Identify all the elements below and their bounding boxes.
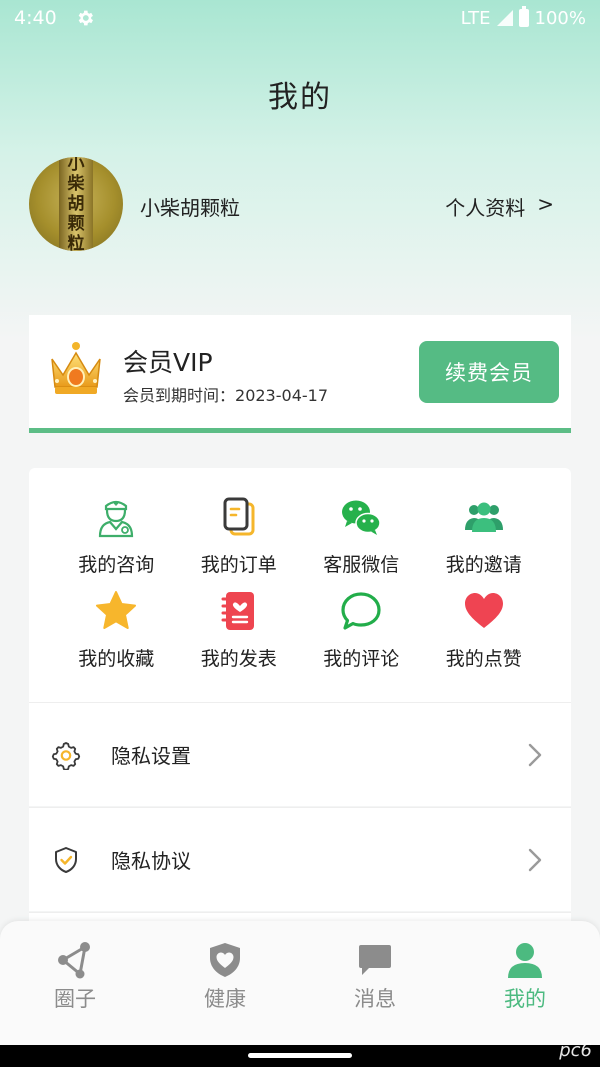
profile-link[interactable]: 个人资料 > [445, 192, 554, 221]
feature-my-consultation[interactable]: 我的咨询 [55, 496, 178, 580]
notebook-icon [221, 592, 254, 630]
feature-my-orders[interactable]: 我的订单 [178, 496, 301, 580]
feature-grid: 我的咨询 我的订单 客服微信 我的邀请 我的收藏 我的发表 我的评论 我的点赞 [55, 496, 545, 674]
tab-messages[interactable]: 消息 [300, 921, 450, 1045]
vip-card: 会员VIP 会员到期时间：2023-04-17 续费会员 [29, 315, 571, 433]
chat-icon [359, 945, 391, 975]
group-icon [464, 502, 503, 532]
star-icon [96, 591, 137, 629]
renew-membership-button[interactable]: 续费会员 [419, 341, 559, 403]
menu-privacy-policy[interactable]: 隐私协议 [29, 807, 571, 911]
tab-circle[interactable]: 圈子 [0, 921, 150, 1045]
share-nodes-icon [58, 942, 90, 979]
vip-expire: 会员到期时间：2023-04-17 [123, 386, 328, 405]
vip-expire-date: 2023-04-17 [235, 386, 328, 405]
feature-my-invitations[interactable]: 我的邀请 [423, 496, 546, 580]
chevron-right-icon [528, 743, 542, 766]
battery-icon [518, 6, 529, 27]
username: 小柴胡颗粒 [140, 196, 240, 220]
settings-gear-icon [78, 10, 93, 26]
wechat-icon [342, 500, 381, 535]
feature-my-likes[interactable]: 我的点赞 [423, 590, 546, 674]
menu-label: 隐私协议 [111, 849, 191, 873]
menu-privacy-settings[interactable]: 隐私设置 [29, 702, 571, 806]
order-icon [223, 497, 255, 536]
signal-icon [496, 10, 513, 26]
avatar[interactable]: 小 柴 胡 颗 粒 [29, 157, 123, 251]
profile-link-label: 个人资料 [445, 196, 526, 220]
watermark: pc6 [559, 1040, 592, 1061]
network-label: LTE [460, 7, 491, 29]
bottom-navigation: 圈子 健康 消息 我的 [0, 921, 600, 1045]
page-title: 我的 [268, 80, 332, 115]
user-icon [508, 943, 542, 978]
battery-level: 100% [534, 7, 586, 29]
menu-label: 隐私设置 [111, 744, 191, 768]
home-indicator[interactable] [248, 1053, 352, 1058]
feature-my-posts[interactable]: 我的发表 [178, 590, 301, 674]
vip-title: 会员VIP [123, 348, 213, 377]
chevron-right-icon [528, 848, 542, 871]
comment-icon [341, 592, 381, 630]
tab-mine[interactable]: 我的 [450, 921, 600, 1045]
doctor-icon [99, 500, 134, 538]
crown-icon [51, 342, 101, 394]
tab-health[interactable]: 健康 [150, 921, 300, 1045]
feature-grid-card: 我的咨询 我的订单 客服微信 我的邀请 我的收藏 我的发表 我的评论 我的点赞 [29, 468, 571, 702]
heart-icon [464, 593, 503, 628]
status-time: 4:40 [14, 7, 57, 29]
status-bar: 4:40 LTE 100% [0, 0, 600, 36]
feature-my-favorites[interactable]: 我的收藏 [55, 590, 178, 674]
gear-icon [51, 741, 81, 770]
shield-check-icon [55, 846, 77, 873]
feature-my-comments[interactable]: 我的评论 [300, 590, 423, 674]
feature-customer-wechat[interactable]: 客服微信 [300, 496, 423, 580]
shield-heart-icon [210, 943, 240, 977]
avatar-plaque: 小 柴 胡 颗 粒 [59, 157, 93, 251]
chevron-right-icon: > [537, 192, 554, 216]
